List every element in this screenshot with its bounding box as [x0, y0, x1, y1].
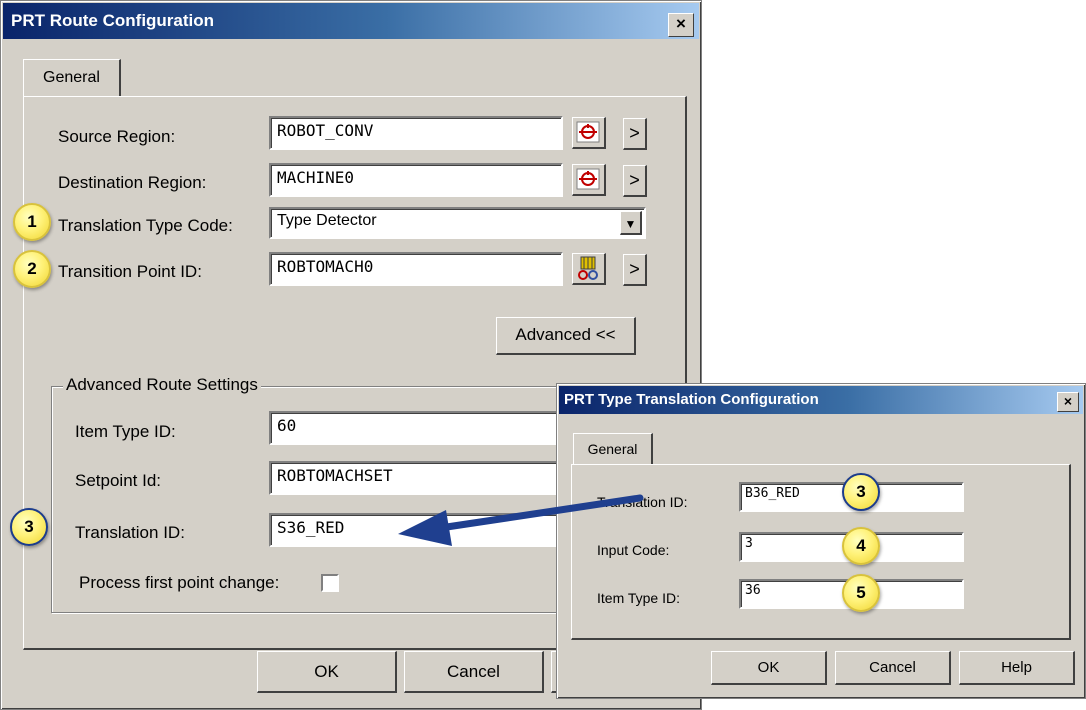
- type-item-type-label: Item Type ID:: [597, 590, 680, 606]
- type-translation-dialog: PRT Type Translation Configuration × Gen…: [556, 383, 1086, 699]
- chevron-down-icon[interactable]: ▼: [620, 211, 642, 235]
- destination-region-more-button[interactable]: >: [623, 165, 647, 197]
- transition-point-input[interactable]: ROBTOMACH0: [269, 252, 563, 286]
- destination-region-input[interactable]: MACHINE0: [269, 163, 563, 197]
- route-dialog-titlebar: PRT Route Configuration: [3, 3, 699, 39]
- translation-id-input[interactable]: S36_RED: [269, 513, 569, 547]
- transition-point-more-button[interactable]: >: [623, 254, 647, 286]
- translation-type-select[interactable]: Type Detector ▼: [269, 207, 646, 239]
- route-ok-label: OK: [314, 662, 339, 681]
- type-help-label: Help: [1001, 659, 1032, 676]
- destination-region-label: Destination Region:: [58, 173, 207, 192]
- callout-badge-3-right: 3: [842, 473, 880, 511]
- item-type-input[interactable]: 60: [269, 411, 569, 445]
- input-code-label: Input Code:: [597, 542, 670, 558]
- type-cancel-label: Cancel: [869, 659, 916, 676]
- transition-point-label: Transition Point ID:: [58, 262, 202, 281]
- source-region-label: Source Region:: [58, 127, 176, 146]
- callout-badge-1: 1: [13, 203, 51, 241]
- item-type-label: Item Type ID:: [75, 422, 176, 441]
- route-tab-general-label: General: [43, 69, 100, 86]
- type-cancel-button[interactable]: Cancel: [835, 651, 951, 685]
- close-icon: ×: [1063, 393, 1073, 409]
- destination-region-picker-button[interactable]: [572, 164, 606, 196]
- callout-badge-4: 4: [842, 527, 880, 565]
- region-picker-icon: [576, 168, 600, 190]
- translation-type-label: Translation Type Code:: [58, 216, 233, 235]
- setpoint-input[interactable]: ROBTOMACHSET: [269, 461, 569, 495]
- region-picker-icon: [576, 121, 600, 143]
- source-region-picker-button[interactable]: [572, 117, 606, 149]
- process-first-label: Process first point change:: [79, 573, 280, 592]
- translation-type-value: Type Detector: [277, 212, 377, 229]
- type-translation-id-label: Translation ID:: [597, 494, 688, 510]
- type-dialog-close-button[interactable]: ×: [1057, 392, 1079, 412]
- callout-badge-2: 2: [13, 250, 51, 288]
- chevron-right-icon: >: [629, 170, 640, 190]
- advanced-button-label: Advanced <<: [515, 325, 616, 344]
- process-first-checkbox[interactable]: [321, 574, 339, 592]
- callout-badge-5: 5: [842, 574, 880, 612]
- type-ok-label: OK: [757, 659, 780, 676]
- chevron-right-icon: >: [629, 259, 640, 279]
- route-tab-general[interactable]: General: [23, 59, 121, 97]
- source-region-input[interactable]: ROBOT_CONV: [269, 116, 563, 150]
- type-help-button[interactable]: Help: [959, 651, 1075, 685]
- route-dialog-close-button[interactable]: ×: [668, 13, 694, 37]
- advanced-route-settings-title: Advanced Route Settings: [63, 375, 261, 395]
- type-dialog-title: PRT Type Translation Configuration: [564, 391, 819, 408]
- callout-badge-3-left: 3: [10, 508, 48, 546]
- translation-id-label: Translation ID:: [75, 523, 185, 542]
- type-tab-general[interactable]: General: [573, 433, 653, 465]
- type-tab-general-label: General: [587, 441, 638, 457]
- source-region-more-button[interactable]: >: [623, 118, 647, 150]
- route-cancel-button[interactable]: Cancel: [404, 651, 544, 693]
- route-dialog-title: PRT Route Configuration: [11, 11, 215, 30]
- type-dialog-titlebar: PRT Type Translation Configuration: [559, 386, 1083, 414]
- advanced-button[interactable]: Advanced <<: [496, 317, 636, 355]
- chevron-right-icon: >: [629, 123, 640, 143]
- transition-point-picker-icon: [578, 256, 598, 280]
- route-cancel-label: Cancel: [447, 662, 500, 681]
- setpoint-label: Setpoint Id:: [75, 471, 162, 490]
- close-icon: ×: [676, 14, 686, 33]
- transition-point-picker-button[interactable]: [572, 253, 606, 285]
- route-ok-button[interactable]: OK: [257, 651, 397, 693]
- type-ok-button[interactable]: OK: [711, 651, 827, 685]
